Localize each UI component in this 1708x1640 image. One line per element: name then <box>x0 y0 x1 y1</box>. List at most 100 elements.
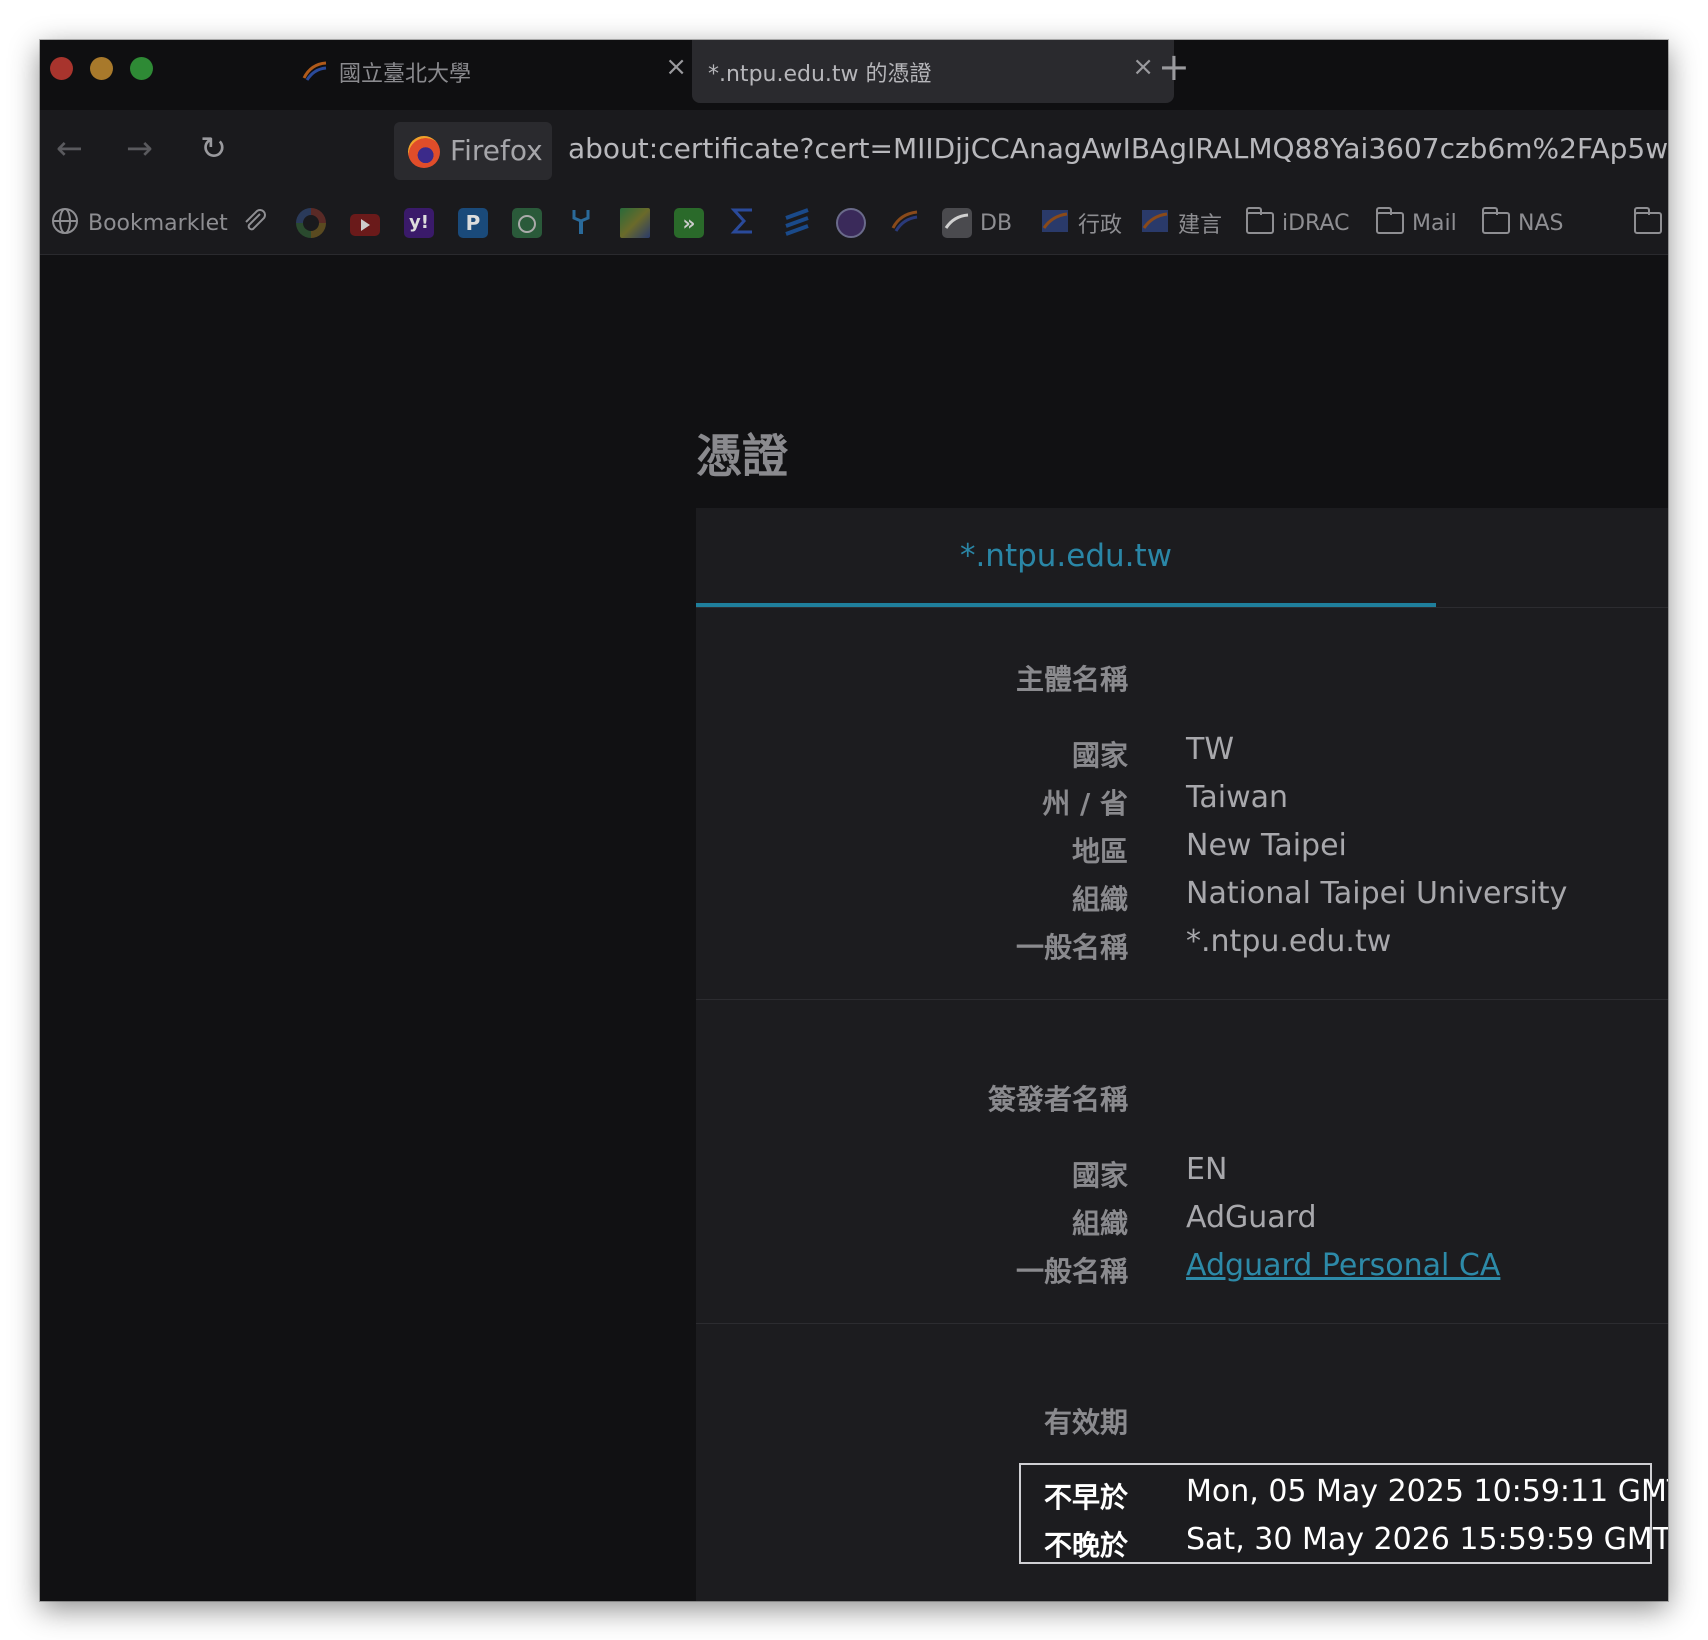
bookmark-admin[interactable]: 行政 <box>1040 208 1122 238</box>
field-value: AdGuard <box>1186 1200 1317 1235</box>
identity-label: Firefox <box>450 134 543 167</box>
bookmark-label: Mail <box>1412 210 1457 236</box>
tab-certificate[interactable]: *.ntpu.edu.tw 的憑證 × <box>692 40 1174 103</box>
section-heading-validity: 有效期 <box>1043 1406 1128 1439</box>
tab-title: *.ntpu.edu.tw 的憑證 <box>708 62 932 87</box>
bookmark-item[interactable] <box>728 208 758 238</box>
section-heading-subject: 主體名稱 <box>1015 663 1128 696</box>
page-title: 憑證 <box>696 429 788 483</box>
bookmark-folder-nas[interactable]: NAS <box>1482 207 1564 238</box>
field-label: 國家 <box>1071 739 1128 772</box>
back-icon[interactable]: ← <box>56 132 83 164</box>
field-label: 州 / 省 <box>1042 787 1128 820</box>
bookmark-item[interactable] <box>782 208 812 238</box>
bookmark-label: NAS <box>1518 210 1564 236</box>
field-value: Sat, 30 May 2026 15:59:59 GMT <box>1186 1522 1668 1557</box>
field-label: 組織 <box>1071 883 1128 916</box>
divider <box>696 607 1668 608</box>
bookmark-db[interactable]: DB <box>942 208 1012 238</box>
paypal-icon: P <box>458 208 488 238</box>
bookmark-item[interactable] <box>296 208 326 238</box>
tab-ntpu[interactable]: 國立臺北大學 × <box>255 40 707 103</box>
bookmark-label: DB <box>980 210 1013 236</box>
new-tab-button[interactable]: + <box>1158 48 1190 86</box>
globe-icon <box>50 206 80 240</box>
db-icon <box>942 208 972 238</box>
ntpu-icon <box>301 58 329 84</box>
bookmark-item[interactable] <box>350 208 380 238</box>
tab-certificate-subject[interactable]: *.ntpu.edu.tw <box>696 508 1436 608</box>
folder-icon <box>1634 207 1662 234</box>
ntpu-icon <box>1140 206 1170 240</box>
youtube-icon <box>350 214 380 236</box>
page-content: 憑證 *.ntpu.edu.tw 主體名稱 國家 TW 州 / 省 Taiwan… <box>40 255 1668 1601</box>
bookmark-item[interactable] <box>620 208 650 238</box>
bookmark-item[interactable]: » <box>674 208 704 238</box>
divider <box>696 1323 1668 1324</box>
bookmark-item[interactable]: y! <box>404 208 434 238</box>
field-label: 國家 <box>1071 1159 1128 1192</box>
bookmark-item[interactable]: P <box>458 208 488 238</box>
bookmark-label: Bookmarklet <box>88 210 228 236</box>
bookmark-suggestions[interactable]: 建言 <box>1140 208 1222 238</box>
close-window-button[interactable] <box>50 57 73 80</box>
bookmark-folder[interactable] <box>1634 207 1662 238</box>
dictionary-icon <box>620 208 650 238</box>
tool-icon <box>566 206 596 240</box>
bookmark-item[interactable] <box>890 208 920 238</box>
stripe-icon <box>782 206 812 240</box>
tab-title: 國立臺北大學 <box>339 62 472 87</box>
bookmark-item[interactable] <box>566 208 596 238</box>
close-tab-icon[interactable]: × <box>665 54 687 80</box>
field-label: 地區 <box>1071 835 1128 868</box>
seal-icon <box>836 208 866 238</box>
google-icon <box>296 208 326 238</box>
url-bar[interactable]: about:certificate?cert=MIIDjjCCAnagAwIBA… <box>568 132 1668 165</box>
field-value: EN <box>1186 1152 1228 1187</box>
paperclip-icon <box>240 206 270 240</box>
double-chevron-icon: » <box>674 208 704 238</box>
field-value: New Taipei <box>1186 828 1347 863</box>
divider <box>696 999 1668 1000</box>
field-value: National Taipei University <box>1186 876 1568 911</box>
field-label: 不晚於 <box>1043 1529 1128 1562</box>
field-label: 組織 <box>1071 1207 1128 1240</box>
field-value: Mon, 05 May 2025 10:59:11 GMT <box>1186 1474 1668 1509</box>
sigma-icon <box>728 206 758 240</box>
folder-icon <box>1246 207 1274 234</box>
forward-icon[interactable]: → <box>126 132 153 164</box>
bookmark-item[interactable] <box>240 208 270 238</box>
yahoo-icon: y! <box>404 208 434 238</box>
nav-bar: ← → ↻ Firefox about:certificate?cert=MII… <box>40 110 1668 194</box>
zoom-window-button[interactable] <box>130 57 153 80</box>
field-label: 不早於 <box>1043 1481 1128 1514</box>
reload-icon[interactable]: ↻ <box>200 132 227 164</box>
bookmark-item[interactable] <box>836 208 866 238</box>
ntpu-icon <box>1040 206 1070 240</box>
bookmark-label: iDRAC <box>1282 210 1350 236</box>
field-value: TW <box>1186 732 1234 767</box>
bookmark-folder-mail[interactable]: Mail <box>1376 207 1457 238</box>
bookmark-label: 建言 <box>1178 213 1223 238</box>
bookmark-item[interactable] <box>512 208 542 238</box>
field-value: *.ntpu.edu.tw <box>1186 924 1392 959</box>
certificate-panel: *.ntpu.edu.tw 主體名稱 國家 TW 州 / 省 Taiwan 地區… <box>696 508 1668 1601</box>
identity-button[interactable]: Firefox <box>394 122 552 180</box>
browser-window: 國立臺北大學 × *.ntpu.edu.tw 的憑證 × + ← → ↻ Fir… <box>40 40 1668 1601</box>
section-heading-issuer: 簽發者名稱 <box>987 1083 1128 1116</box>
food-icon <box>512 208 542 238</box>
bookmark-folder-idrac[interactable]: iDRAC <box>1246 207 1350 238</box>
bookmark-bookmarklet[interactable]: Bookmarklet <box>50 208 228 238</box>
folder-icon <box>1376 207 1404 234</box>
folder-icon <box>1482 207 1510 234</box>
bookmark-label: 行政 <box>1078 213 1123 238</box>
close-tab-icon[interactable]: × <box>1132 54 1154 80</box>
issuer-link[interactable]: Adguard Personal CA <box>1186 1248 1500 1283</box>
firefox-icon <box>408 136 440 168</box>
tab-bar: 國立臺北大學 × *.ntpu.edu.tw 的憑證 × + <box>40 40 1668 110</box>
field-value: Taiwan <box>1186 780 1289 815</box>
ntpu-icon <box>890 206 920 240</box>
minimize-window-button[interactable] <box>90 57 113 80</box>
field-label: 一般名稱 <box>1015 931 1128 964</box>
cert-tab-label: *.ntpu.edu.tw <box>959 538 1173 574</box>
